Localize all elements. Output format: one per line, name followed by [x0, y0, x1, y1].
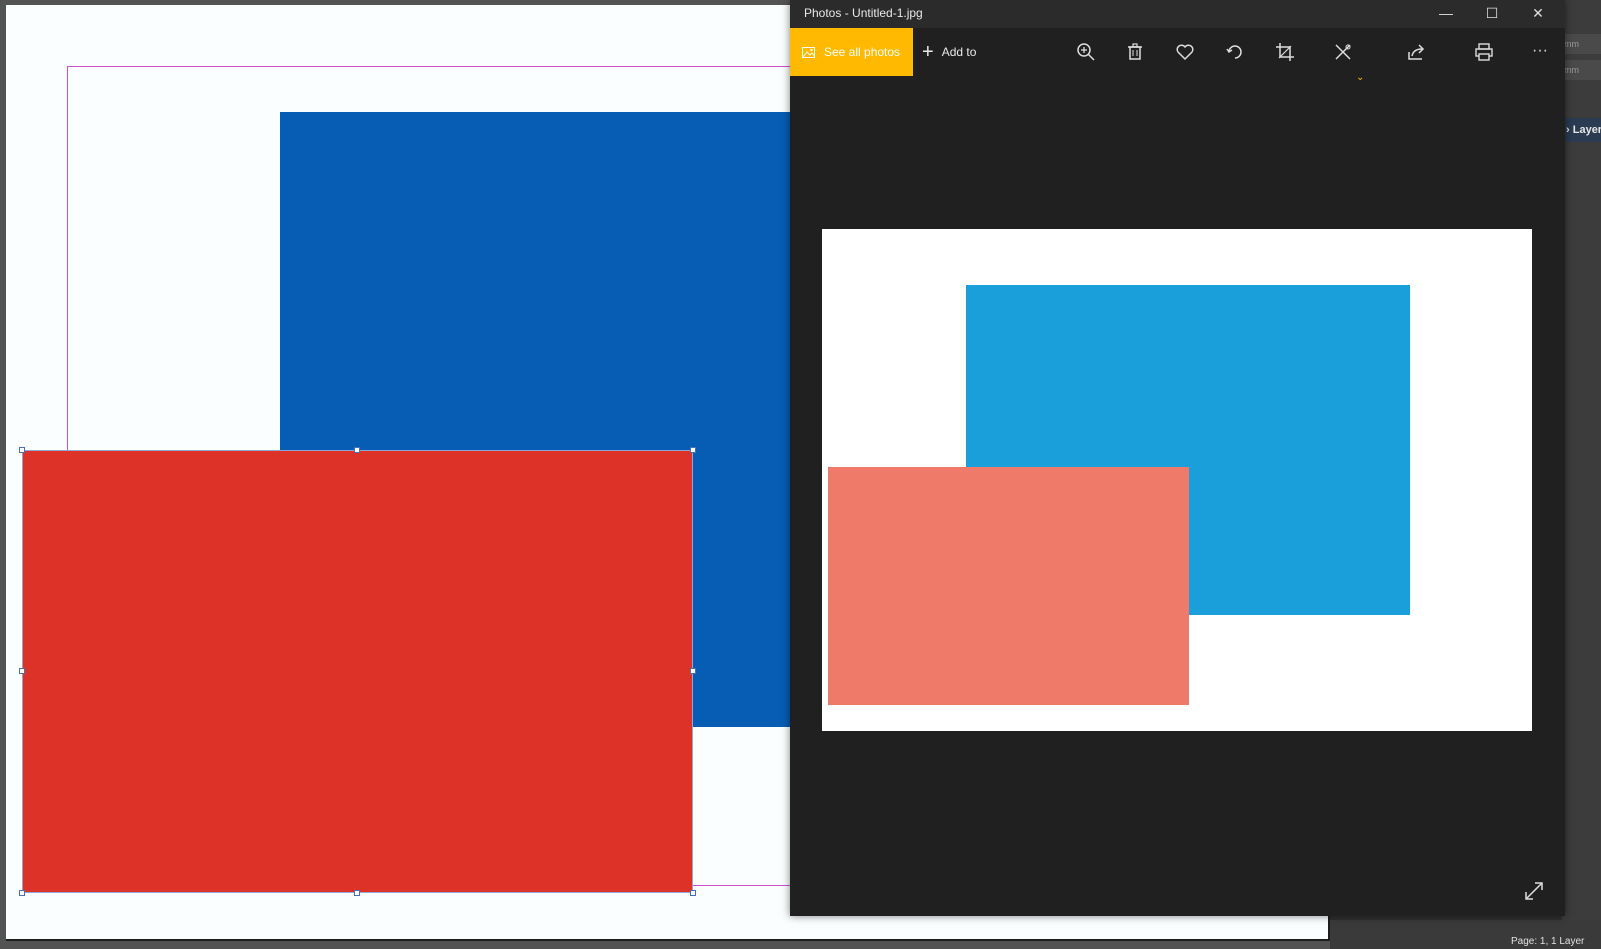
title-bar: Photos - Untitled-1.jpg — ☐ ✕	[790, 0, 1565, 28]
edit-icon[interactable]	[1331, 40, 1355, 64]
delete-icon[interactable]	[1123, 40, 1147, 64]
selection-handle[interactable]	[354, 890, 360, 896]
selection-handle[interactable]	[690, 668, 696, 674]
add-to-label: Add to	[941, 45, 977, 59]
selection-handle[interactable]	[19, 447, 25, 453]
minimize-button[interactable]: —	[1423, 0, 1469, 28]
add-to-button[interactable]: + Add to	[922, 28, 976, 76]
selection-handle[interactable]	[19, 890, 25, 896]
preview-salmon-rectangle	[828, 467, 1189, 705]
expand-icon[interactable]	[1523, 880, 1545, 902]
selection-handle[interactable]	[19, 668, 25, 674]
selection-handle[interactable]	[354, 447, 360, 453]
rotate-icon[interactable]	[1223, 40, 1247, 64]
print-icon[interactable]	[1472, 40, 1496, 64]
layers-tab[interactable]: › Layers	[1562, 118, 1601, 142]
photos-icon	[802, 47, 816, 58]
layers-tab-label: Layers	[1572, 124, 1601, 136]
photos-window: Photos - Untitled-1.jpg — ☐ ✕ See all ph…	[790, 0, 1565, 916]
close-button[interactable]: ✕	[1515, 0, 1561, 28]
unit-field-1[interactable]: mm	[1562, 34, 1601, 54]
favorite-icon[interactable]	[1173, 40, 1197, 64]
share-icon[interactable]	[1405, 40, 1429, 64]
selection-box	[22, 450, 693, 893]
right-panel-dock: mm mm › Layers	[1562, 0, 1601, 949]
status-text: Page: 1, 1 Layer	[1511, 936, 1585, 947]
window-title: Photos - Untitled-1.jpg	[804, 6, 923, 20]
photo-preview[interactable]	[822, 229, 1532, 731]
zoom-in-icon[interactable]	[1074, 40, 1098, 64]
chevron-down-icon[interactable]: ⌄	[1356, 72, 1364, 83]
maximize-button[interactable]: ☐	[1469, 0, 1515, 28]
selection-handle[interactable]	[690, 890, 696, 896]
selection-handle[interactable]	[690, 447, 696, 453]
see-all-photos-label: See all photos	[824, 45, 901, 59]
see-all-photos-button[interactable]: See all photos	[790, 28, 913, 76]
more-options-button[interactable]: ···	[1528, 40, 1552, 64]
crop-icon[interactable]	[1273, 40, 1297, 64]
plus-icon: +	[922, 41, 934, 63]
photos-toolbar: See all photos + Add to ⌄ ···	[790, 28, 1565, 83]
unit-field-2[interactable]: mm	[1562, 60, 1601, 80]
